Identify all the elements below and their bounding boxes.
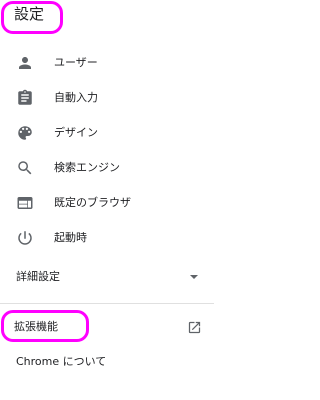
sidebar-item-on-startup[interactable]: 起動時 [0, 222, 214, 254]
sidebar-item-label: ユーザー [54, 56, 98, 69]
sidebar-item-label: デザイン [54, 126, 98, 139]
sidebar-item-search-engine[interactable]: 検索エンジン [0, 152, 214, 184]
about-chrome-label: Chrome について [16, 355, 107, 368]
clipboard-icon [16, 89, 34, 107]
open-in-new-icon [187, 320, 202, 335]
sidebar-item-extensions[interactable]: 拡張機能 [0, 313, 214, 341]
divider [0, 303, 214, 304]
browser-icon [16, 194, 34, 212]
search-icon [16, 159, 34, 177]
sidebar-item-appearance[interactable]: デザイン [0, 117, 214, 149]
sidebar-item-label: 自動入力 [54, 91, 98, 104]
page-title: 設定 [14, 5, 45, 23]
palette-icon [16, 124, 34, 142]
sidebar-item-autofill[interactable]: 自動入力 [0, 82, 214, 114]
settings-header: 設定 [0, 0, 214, 36]
sidebar-item-label: 検索エンジン [54, 161, 120, 174]
sidebar-item-label: 既定のブラウザ [54, 196, 131, 209]
caret-down-icon [190, 275, 198, 279]
person-icon [16, 54, 34, 72]
advanced-settings-toggle[interactable]: 詳細設定 [0, 263, 214, 291]
advanced-settings-label: 詳細設定 [16, 270, 60, 283]
power-icon [16, 229, 34, 247]
sidebar-item-label: 起動時 [54, 231, 87, 244]
sidebar-item-people[interactable]: ユーザー [0, 47, 214, 79]
extensions-label: 拡張機能 [14, 320, 58, 333]
sidebar-item-about-chrome[interactable]: Chrome について [0, 348, 214, 376]
sidebar-item-default-browser[interactable]: 既定のブラウザ [0, 187, 214, 219]
